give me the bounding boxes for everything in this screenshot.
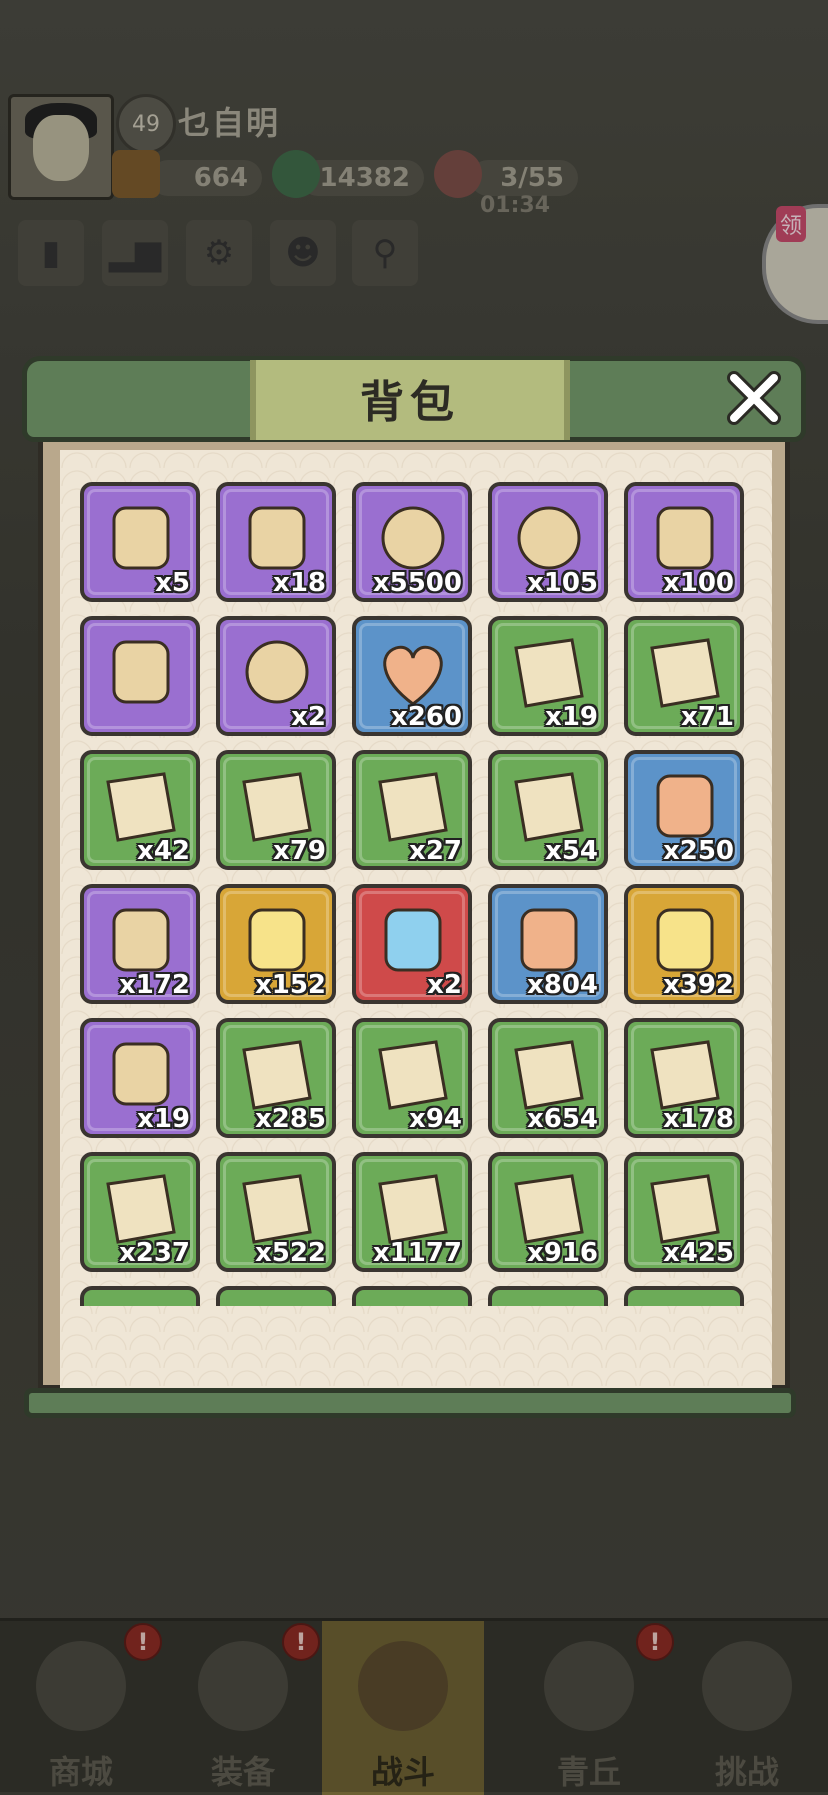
- inventory-slot-sword-recipe-scroll[interactable]: x19: [488, 616, 608, 736]
- inventory-slot-partial[interactable]: [488, 1286, 608, 1306]
- item-quantity: x94: [409, 1104, 462, 1134]
- inventory-slot-partial[interactable]: [352, 1286, 472, 1306]
- inventory-slot-helmet-recipe-scroll[interactable]: x42: [80, 750, 200, 870]
- inventory-slot-partial[interactable]: [216, 1286, 336, 1306]
- item-quantity: x260: [390, 702, 462, 732]
- inventory-slot-paper-scroll[interactable]: x18: [216, 482, 336, 602]
- inventory-slot-silver-emblem[interactable]: x105: [488, 482, 608, 602]
- inventory-slot-golden-dragon-shard[interactable]: x152: [216, 884, 336, 1004]
- item-quantity: x79: [273, 836, 326, 866]
- inventory-slot-wolf-skill-scroll[interactable]: x237: [80, 1152, 200, 1272]
- item-quantity: x105: [526, 568, 598, 598]
- inventory-slot-blue-prayer-beads[interactable]: x2: [352, 884, 472, 1004]
- blue-talisman-icon: [112, 640, 170, 704]
- inventory-slot-points-token[interactable]: x392: [624, 884, 744, 1004]
- inventory-slot-bow-recipe-scroll[interactable]: x79: [216, 750, 336, 870]
- item-quantity: x1177: [372, 1238, 462, 1268]
- inventory-slot-ring-recipe-scroll[interactable]: x54: [488, 750, 608, 870]
- inventory-slot-partial[interactable]: [624, 1286, 744, 1306]
- item-quantity: x285: [254, 1104, 326, 1134]
- item-quantity: x19: [137, 1104, 190, 1134]
- inventory-slot-partial[interactable]: [80, 1286, 200, 1306]
- item-quantity: x27: [409, 836, 462, 866]
- inventory-slot-rainbow-crystals[interactable]: x172: [80, 884, 200, 1004]
- item-quantity: x250: [662, 836, 734, 866]
- inventory-slot-gold-coin[interactable]: x5500: [352, 482, 472, 602]
- inventory-slot-red-command-token[interactable]: x2: [216, 616, 336, 736]
- item-quantity: x425: [662, 1238, 734, 1268]
- modal-title: 背包: [360, 377, 460, 428]
- item-quantity: x18: [273, 568, 326, 598]
- item-quantity: x654: [526, 1104, 598, 1134]
- item-quantity: x5: [155, 568, 190, 598]
- item-quantity: x178: [662, 1104, 734, 1134]
- scroll-footer: [24, 1388, 796, 1418]
- inventory-slot-lightning-skill-scroll[interactable]: x178: [624, 1018, 744, 1138]
- inventory-slot-eagle-skill-scroll[interactable]: x285: [216, 1018, 336, 1138]
- inventory-slot-meat-feast[interactable]: x804: [488, 884, 608, 1004]
- backpack-panel: x5 x18 x5500 x105 x100 x2 x260 x19 x71 x42 x79 x27 x…: [60, 450, 772, 1388]
- inventory-slot-armor-recipe-scroll[interactable]: x71: [624, 616, 744, 736]
- inventory-slot-golden-key-trophy[interactable]: x5: [80, 482, 200, 602]
- item-quantity: x19: [545, 702, 598, 732]
- inventory-slot-orange-heart[interactable]: x260: [352, 616, 472, 736]
- inventory-slot-grey-crystal[interactable]: x250: [624, 750, 744, 870]
- inventory-slot-wind-skill-scroll[interactable]: x916: [488, 1152, 608, 1272]
- inventory-slot-fire-card[interactable]: x19: [80, 1018, 200, 1138]
- inventory-slot-snowball-skill-scroll[interactable]: x654: [488, 1018, 608, 1138]
- item-quantity: x2: [427, 970, 462, 1000]
- inventory-slot-slash-skill-scroll[interactable]: x425: [624, 1152, 744, 1272]
- item-quantity: x804: [526, 970, 598, 1000]
- item-quantity: x5500: [372, 568, 462, 598]
- item-quantity: x392: [662, 970, 734, 1000]
- item-quantity: x100: [662, 568, 734, 598]
- item-quantity: x152: [254, 970, 326, 1000]
- item-quantity: x42: [137, 836, 190, 866]
- inventory-slot-tied-scroll[interactable]: x100: [624, 482, 744, 602]
- inventory-slot-boot-recipe-scroll[interactable]: x27: [352, 750, 472, 870]
- inventory-slot-dragon-skill-scroll[interactable]: x1177: [352, 1152, 472, 1272]
- item-quantity: x172: [118, 970, 190, 1000]
- item-quantity: x2: [291, 702, 326, 732]
- item-quantity: x54: [545, 836, 598, 866]
- inventory-slot-blue-talisman[interactable]: [80, 616, 200, 736]
- close-button[interactable]: [724, 368, 784, 428]
- close-icon: [727, 371, 781, 425]
- inventory-slot-ghost-skill-scroll[interactable]: x522: [216, 1152, 336, 1272]
- item-quantity: x71: [681, 702, 734, 732]
- item-quantity: x237: [118, 1238, 190, 1268]
- item-quantity: x522: [254, 1238, 326, 1268]
- inventory-slot-fireball-skill-scroll[interactable]: x94: [352, 1018, 472, 1138]
- item-quantity: x916: [526, 1238, 598, 1268]
